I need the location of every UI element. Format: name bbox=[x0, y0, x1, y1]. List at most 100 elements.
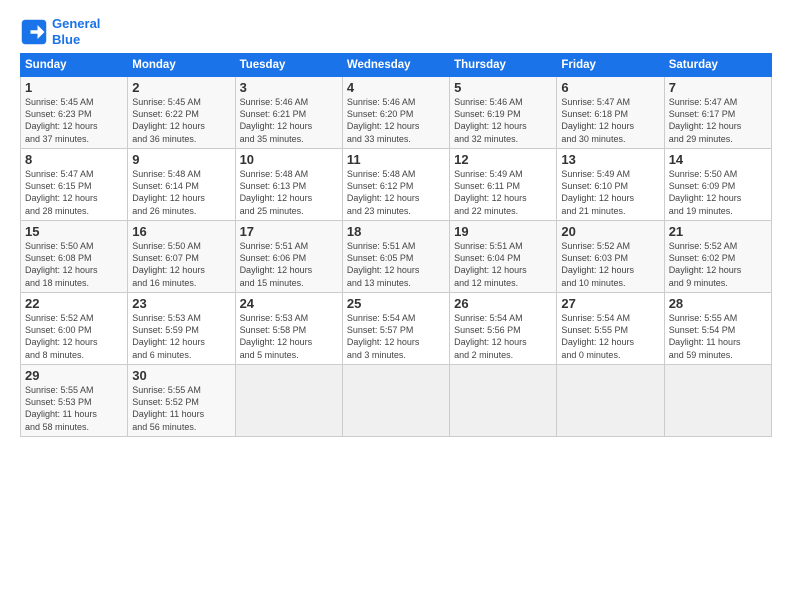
calendar-cell: 18Sunrise: 5:51 AM Sunset: 6:05 PM Dayli… bbox=[342, 221, 449, 293]
day-info: Sunrise: 5:53 AM Sunset: 5:58 PM Dayligh… bbox=[240, 312, 338, 361]
calendar-week-4: 22Sunrise: 5:52 AM Sunset: 6:00 PM Dayli… bbox=[21, 293, 772, 365]
day-info: Sunrise: 5:51 AM Sunset: 6:04 PM Dayligh… bbox=[454, 240, 552, 289]
day-info: Sunrise: 5:48 AM Sunset: 6:14 PM Dayligh… bbox=[132, 168, 230, 217]
calendar-cell: 11Sunrise: 5:48 AM Sunset: 6:12 PM Dayli… bbox=[342, 149, 449, 221]
calendar-cell: 27Sunrise: 5:54 AM Sunset: 5:55 PM Dayli… bbox=[557, 293, 664, 365]
calendar-cell: 14Sunrise: 5:50 AM Sunset: 6:09 PM Dayli… bbox=[664, 149, 771, 221]
weekday-thursday: Thursday bbox=[450, 54, 557, 77]
calendar-cell: 4Sunrise: 5:46 AM Sunset: 6:20 PM Daylig… bbox=[342, 77, 449, 149]
day-info: Sunrise: 5:52 AM Sunset: 6:02 PM Dayligh… bbox=[669, 240, 767, 289]
calendar-cell: 30Sunrise: 5:55 AM Sunset: 5:52 PM Dayli… bbox=[128, 365, 235, 437]
day-number: 16 bbox=[132, 224, 230, 239]
day-number: 27 bbox=[561, 296, 659, 311]
day-number: 25 bbox=[347, 296, 445, 311]
day-info: Sunrise: 5:46 AM Sunset: 6:21 PM Dayligh… bbox=[240, 96, 338, 145]
day-info: Sunrise: 5:45 AM Sunset: 6:23 PM Dayligh… bbox=[25, 96, 123, 145]
calendar-cell: 12Sunrise: 5:49 AM Sunset: 6:11 PM Dayli… bbox=[450, 149, 557, 221]
calendar-cell: 10Sunrise: 5:48 AM Sunset: 6:13 PM Dayli… bbox=[235, 149, 342, 221]
day-info: Sunrise: 5:50 AM Sunset: 6:07 PM Dayligh… bbox=[132, 240, 230, 289]
day-info: Sunrise: 5:52 AM Sunset: 6:00 PM Dayligh… bbox=[25, 312, 123, 361]
day-number: 3 bbox=[240, 80, 338, 95]
calendar-cell: 8Sunrise: 5:47 AM Sunset: 6:15 PM Daylig… bbox=[21, 149, 128, 221]
day-info: Sunrise: 5:47 AM Sunset: 6:18 PM Dayligh… bbox=[561, 96, 659, 145]
calendar-cell: 29Sunrise: 5:55 AM Sunset: 5:53 PM Dayli… bbox=[21, 365, 128, 437]
day-number: 13 bbox=[561, 152, 659, 167]
day-number: 23 bbox=[132, 296, 230, 311]
day-info: Sunrise: 5:55 AM Sunset: 5:52 PM Dayligh… bbox=[132, 384, 230, 433]
calendar-week-5: 29Sunrise: 5:55 AM Sunset: 5:53 PM Dayli… bbox=[21, 365, 772, 437]
day-number: 22 bbox=[25, 296, 123, 311]
day-info: Sunrise: 5:54 AM Sunset: 5:57 PM Dayligh… bbox=[347, 312, 445, 361]
calendar-cell: 26Sunrise: 5:54 AM Sunset: 5:56 PM Dayli… bbox=[450, 293, 557, 365]
calendar-cell: 15Sunrise: 5:50 AM Sunset: 6:08 PM Dayli… bbox=[21, 221, 128, 293]
day-number: 5 bbox=[454, 80, 552, 95]
calendar-cell bbox=[557, 365, 664, 437]
day-info: Sunrise: 5:54 AM Sunset: 5:55 PM Dayligh… bbox=[561, 312, 659, 361]
calendar-cell: 3Sunrise: 5:46 AM Sunset: 6:21 PM Daylig… bbox=[235, 77, 342, 149]
logo-icon bbox=[20, 18, 48, 46]
day-number: 24 bbox=[240, 296, 338, 311]
day-info: Sunrise: 5:47 AM Sunset: 6:17 PM Dayligh… bbox=[669, 96, 767, 145]
day-info: Sunrise: 5:49 AM Sunset: 6:10 PM Dayligh… bbox=[561, 168, 659, 217]
calendar-cell: 5Sunrise: 5:46 AM Sunset: 6:19 PM Daylig… bbox=[450, 77, 557, 149]
calendar-week-3: 15Sunrise: 5:50 AM Sunset: 6:08 PM Dayli… bbox=[21, 221, 772, 293]
day-info: Sunrise: 5:53 AM Sunset: 5:59 PM Dayligh… bbox=[132, 312, 230, 361]
day-info: Sunrise: 5:45 AM Sunset: 6:22 PM Dayligh… bbox=[132, 96, 230, 145]
day-number: 10 bbox=[240, 152, 338, 167]
weekday-tuesday: Tuesday bbox=[235, 54, 342, 77]
calendar-cell: 19Sunrise: 5:51 AM Sunset: 6:04 PM Dayli… bbox=[450, 221, 557, 293]
day-number: 4 bbox=[347, 80, 445, 95]
weekday-sunday: Sunday bbox=[21, 54, 128, 77]
calendar-cell bbox=[664, 365, 771, 437]
day-number: 14 bbox=[669, 152, 767, 167]
calendar-cell: 20Sunrise: 5:52 AM Sunset: 6:03 PM Dayli… bbox=[557, 221, 664, 293]
calendar-cell: 23Sunrise: 5:53 AM Sunset: 5:59 PM Dayli… bbox=[128, 293, 235, 365]
day-number: 20 bbox=[561, 224, 659, 239]
calendar-cell: 7Sunrise: 5:47 AM Sunset: 6:17 PM Daylig… bbox=[664, 77, 771, 149]
calendar-week-2: 8Sunrise: 5:47 AM Sunset: 6:15 PM Daylig… bbox=[21, 149, 772, 221]
calendar-cell bbox=[450, 365, 557, 437]
weekday-header-row: SundayMondayTuesdayWednesdayThursdayFrid… bbox=[21, 54, 772, 77]
day-number: 1 bbox=[25, 80, 123, 95]
weekday-wednesday: Wednesday bbox=[342, 54, 449, 77]
day-info: Sunrise: 5:51 AM Sunset: 6:06 PM Dayligh… bbox=[240, 240, 338, 289]
day-info: Sunrise: 5:46 AM Sunset: 6:19 PM Dayligh… bbox=[454, 96, 552, 145]
calendar-cell: 22Sunrise: 5:52 AM Sunset: 6:00 PM Dayli… bbox=[21, 293, 128, 365]
day-number: 28 bbox=[669, 296, 767, 311]
day-number: 7 bbox=[669, 80, 767, 95]
day-info: Sunrise: 5:54 AM Sunset: 5:56 PM Dayligh… bbox=[454, 312, 552, 361]
day-info: Sunrise: 5:51 AM Sunset: 6:05 PM Dayligh… bbox=[347, 240, 445, 289]
day-number: 11 bbox=[347, 152, 445, 167]
day-number: 19 bbox=[454, 224, 552, 239]
day-number: 30 bbox=[132, 368, 230, 383]
day-number: 2 bbox=[132, 80, 230, 95]
calendar-table: SundayMondayTuesdayWednesdayThursdayFrid… bbox=[20, 53, 772, 437]
calendar-cell: 2Sunrise: 5:45 AM Sunset: 6:22 PM Daylig… bbox=[128, 77, 235, 149]
day-number: 17 bbox=[240, 224, 338, 239]
calendar-cell: 6Sunrise: 5:47 AM Sunset: 6:18 PM Daylig… bbox=[557, 77, 664, 149]
logo-text: General Blue bbox=[52, 16, 100, 47]
day-info: Sunrise: 5:48 AM Sunset: 6:12 PM Dayligh… bbox=[347, 168, 445, 217]
calendar-cell bbox=[235, 365, 342, 437]
calendar-cell: 28Sunrise: 5:55 AM Sunset: 5:54 PM Dayli… bbox=[664, 293, 771, 365]
calendar-cell: 21Sunrise: 5:52 AM Sunset: 6:02 PM Dayli… bbox=[664, 221, 771, 293]
calendar-cell: 25Sunrise: 5:54 AM Sunset: 5:57 PM Dayli… bbox=[342, 293, 449, 365]
logo: General Blue bbox=[20, 16, 100, 47]
page-container: General Blue SundayMondayTuesdayWednesda… bbox=[0, 0, 792, 447]
calendar-cell: 17Sunrise: 5:51 AM Sunset: 6:06 PM Dayli… bbox=[235, 221, 342, 293]
day-number: 12 bbox=[454, 152, 552, 167]
calendar-week-1: 1Sunrise: 5:45 AM Sunset: 6:23 PM Daylig… bbox=[21, 77, 772, 149]
day-info: Sunrise: 5:49 AM Sunset: 6:11 PM Dayligh… bbox=[454, 168, 552, 217]
day-number: 6 bbox=[561, 80, 659, 95]
day-number: 8 bbox=[25, 152, 123, 167]
calendar-cell: 1Sunrise: 5:45 AM Sunset: 6:23 PM Daylig… bbox=[21, 77, 128, 149]
page-header: General Blue bbox=[20, 16, 772, 47]
day-info: Sunrise: 5:46 AM Sunset: 6:20 PM Dayligh… bbox=[347, 96, 445, 145]
calendar-cell: 24Sunrise: 5:53 AM Sunset: 5:58 PM Dayli… bbox=[235, 293, 342, 365]
day-number: 18 bbox=[347, 224, 445, 239]
day-info: Sunrise: 5:55 AM Sunset: 5:54 PM Dayligh… bbox=[669, 312, 767, 361]
day-number: 9 bbox=[132, 152, 230, 167]
calendar-cell: 16Sunrise: 5:50 AM Sunset: 6:07 PM Dayli… bbox=[128, 221, 235, 293]
calendar-cell: 9Sunrise: 5:48 AM Sunset: 6:14 PM Daylig… bbox=[128, 149, 235, 221]
calendar-cell: 13Sunrise: 5:49 AM Sunset: 6:10 PM Dayli… bbox=[557, 149, 664, 221]
